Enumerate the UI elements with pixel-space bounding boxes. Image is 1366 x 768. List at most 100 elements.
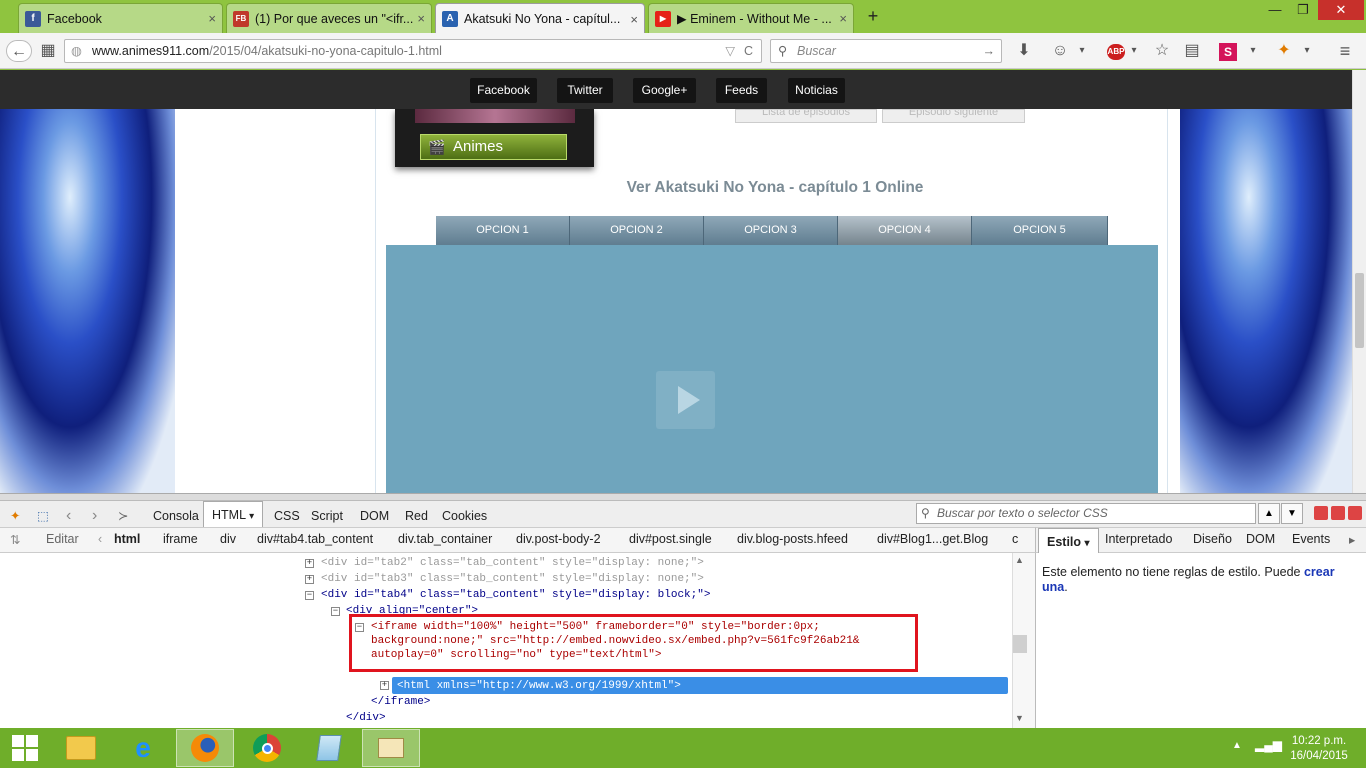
crumb-html[interactable]: html: [114, 532, 140, 546]
tab-iframe-question[interactable]: FB (1) Por que aveces un "<ifr... ×: [226, 3, 432, 33]
tab-dom[interactable]: DOM: [360, 505, 389, 527]
crumb-post-single[interactable]: div#post.single: [629, 532, 712, 546]
edit-button[interactable]: Editar: [46, 532, 79, 546]
source-line-tab4[interactable]: <div id="tab4" class="tab_content" style…: [321, 588, 710, 602]
crumb-div[interactable]: div: [220, 532, 236, 546]
source-line-iframe-2[interactable]: background:none;" src="http://embed.nowv…: [371, 634, 859, 648]
expand-icon[interactable]: +: [305, 559, 314, 568]
collapse-icon[interactable]: −: [355, 623, 364, 632]
crumb-left-arrow-icon[interactable]: ‹: [98, 532, 102, 546]
reload-icon[interactable]: C: [744, 40, 753, 62]
tab-akatsuki-no-yona[interactable]: A Akatsuki No Yona - capítul... ×: [435, 3, 645, 34]
scroll-up-icon[interactable]: ▲: [1015, 555, 1024, 565]
feeds-link[interactable]: Feeds: [716, 78, 767, 103]
forward-arrow-icon[interactable]: ›: [92, 505, 97, 527]
tab-opcion-3[interactable]: OPCION 3: [704, 216, 838, 245]
tab-eminem-youtube[interactable]: ▶ ▶ Eminem - Without Me - ... ×: [648, 3, 854, 33]
reading-list-icon[interactable]: ▤: [1182, 40, 1202, 62]
firebug-detach-button[interactable]: [1331, 506, 1345, 520]
source-line-iframe-1[interactable]: <iframe width="100%" height="500" frameb…: [371, 620, 820, 634]
tab-opcion-5[interactable]: OPCION 5: [972, 216, 1108, 245]
search-go-icon[interactable]: →: [983, 40, 996, 62]
tab-opcion-2[interactable]: OPCION 2: [570, 216, 704, 245]
tab-cookies[interactable]: Cookies: [442, 505, 487, 527]
firebug-icon[interactable]: ✦: [1274, 40, 1294, 62]
new-tab-button[interactable]: +: [864, 6, 882, 26]
internet-explorer-icon[interactable]: e: [114, 729, 172, 767]
notepad-icon[interactable]: [300, 729, 358, 767]
crumb-blog-posts[interactable]: div.blog-posts.hfeed: [737, 532, 848, 546]
tab-css[interactable]: CSS: [274, 505, 300, 527]
windows-start-icon[interactable]: [0, 729, 50, 767]
scrollbar-thumb[interactable]: [1013, 635, 1027, 653]
chevron-down-icon[interactable]: ▾: [1128, 40, 1140, 62]
google-plus-link[interactable]: Google+: [633, 78, 696, 103]
search-next-button[interactable]: ▼: [1281, 503, 1303, 524]
history-icon[interactable]: ▦: [38, 40, 58, 62]
s-extension-icon[interactable]: S: [1219, 43, 1237, 61]
back-arrow-icon[interactable]: ←: [6, 40, 32, 62]
firebug-search-input[interactable]: ⚲ Buscar por texto o selector CSS: [916, 503, 1256, 524]
tab-script[interactable]: Script: [311, 505, 343, 527]
collapse-icon[interactable]: −: [331, 607, 340, 616]
source-line-tab2[interactable]: <div id="tab2" class="tab_content" style…: [321, 556, 704, 570]
noticias-link[interactable]: Noticias: [788, 78, 845, 103]
back-arrow-icon[interactable]: ‹: [66, 505, 71, 527]
crumb-iframe[interactable]: iframe: [163, 532, 198, 546]
play-button[interactable]: [656, 371, 715, 429]
bookmark-star-icon[interactable]: ☆: [1152, 40, 1172, 62]
command-line-icon[interactable]: ≻: [118, 505, 128, 527]
tab-estilo[interactable]: Estilo ▾: [1038, 528, 1099, 554]
chrome-icon[interactable]: [238, 729, 296, 767]
tab-events[interactable]: Events: [1292, 532, 1330, 546]
tab-facebook[interactable]: f Facebook ×: [18, 3, 223, 33]
source-line-tab3[interactable]: <div id="tab3" class="tab_content" style…: [321, 572, 704, 586]
search-prev-button[interactable]: ▲: [1258, 503, 1280, 524]
collapse-icon[interactable]: −: [305, 591, 314, 600]
crumb-blog1[interactable]: div#Blog1...get.Blog: [877, 532, 988, 546]
remote-desktop-icon[interactable]: [362, 729, 420, 767]
page-scrollbar[interactable]: [1352, 70, 1366, 493]
adblock-icon[interactable]: ABP: [1107, 44, 1125, 60]
tab-dom-side[interactable]: DOM: [1246, 532, 1275, 546]
scroll-down-icon[interactable]: ▼: [1015, 713, 1024, 723]
maximize-button[interactable]: ❐: [1290, 0, 1316, 20]
firebug-close-button[interactable]: [1348, 506, 1362, 520]
tab-html[interactable]: HTML ▾: [203, 501, 263, 528]
menu-icon[interactable]: ≡: [1334, 40, 1356, 62]
greasemonkey-icon[interactable]: ☺: [1050, 40, 1070, 62]
devtools-splitter[interactable]: [0, 493, 1366, 500]
url-bar[interactable]: ◍ www.animes911.com/2015/04/akatsuki-no-…: [64, 39, 762, 63]
source-line-iframe-3[interactable]: autoplay=0" scrolling="no" type="text/ht…: [371, 648, 661, 662]
scrollbar-thumb[interactable]: [1355, 273, 1364, 348]
tab-opcion-4[interactable]: OPCION 4: [838, 216, 972, 245]
animes-button[interactable]: 🎬 Animes: [420, 134, 567, 160]
file-explorer-icon[interactable]: [52, 729, 110, 767]
crumb-tab-container[interactable]: div.tab_container: [398, 532, 492, 546]
network-signal-icon[interactable]: ▂▄▆: [1255, 738, 1282, 752]
close-tab-icon[interactable]: ×: [839, 11, 847, 26]
facebook-link[interactable]: Facebook: [470, 78, 537, 103]
next-episode-button[interactable]: Episodio siguiente: [882, 109, 1025, 123]
tab-red[interactable]: Red: [405, 505, 428, 527]
close-tab-icon[interactable]: ×: [417, 11, 425, 26]
chevron-right-icon[interactable]: ▸: [1349, 532, 1355, 547]
close-tab-icon[interactable]: ×: [630, 12, 638, 27]
inspect-element-icon[interactable]: ⬚: [37, 505, 49, 527]
chevron-down-icon[interactable]: ▾: [1075, 40, 1089, 62]
crumb-div-tab4[interactable]: div#tab4.tab_content: [257, 532, 373, 546]
expand-icon[interactable]: +: [380, 681, 389, 690]
tab-interpretado[interactable]: Interpretado: [1105, 532, 1172, 546]
twitter-link[interactable]: Twitter: [557, 78, 613, 103]
episode-list-button[interactable]: Lista de episodios: [735, 109, 877, 123]
search-bar[interactable]: ⚲ Buscar →: [770, 39, 1002, 63]
chevron-down-icon[interactable]: ▾: [1246, 40, 1260, 62]
show-hidden-icons-icon[interactable]: ▲: [1232, 740, 1242, 751]
source-line-div-close[interactable]: </div>: [346, 711, 386, 725]
source-scrollbar[interactable]: ▲ ▼: [1012, 553, 1035, 728]
download-icon[interactable]: ⬇: [1014, 40, 1034, 62]
close-window-button[interactable]: ✕: [1318, 0, 1364, 20]
clock[interactable]: 10:22 p.m. 16/04/2015: [1284, 734, 1354, 764]
minimize-button[interactable]: —: [1262, 0, 1288, 20]
edit-mode-icon[interactable]: ⇅: [10, 532, 20, 547]
